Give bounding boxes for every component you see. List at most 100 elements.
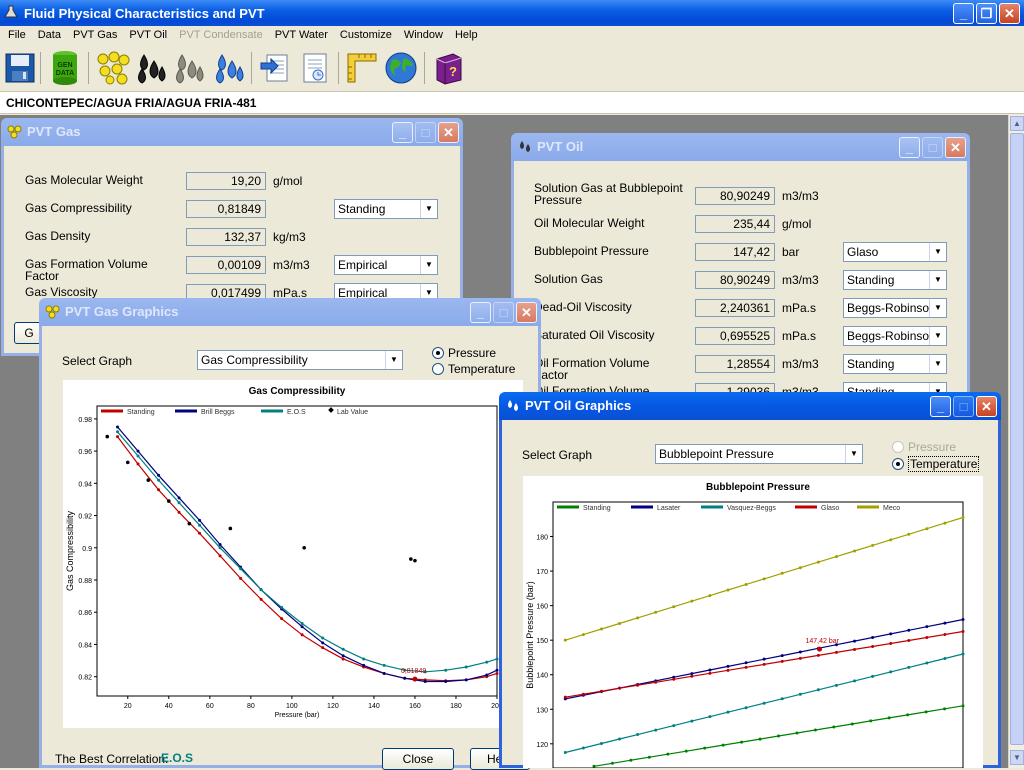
close-button[interactable]: ✕	[438, 122, 459, 143]
minimize-button[interactable]: _	[470, 302, 491, 323]
chevron-down-icon[interactable]: ▼	[420, 200, 437, 218]
chevron-down-icon[interactable]: ▼	[929, 299, 946, 317]
correlation-select[interactable]: Standing ▼	[843, 354, 947, 374]
data-point	[871, 644, 875, 648]
radio-dot[interactable]	[432, 363, 444, 375]
radio-temperature[interactable]: Temperature	[432, 362, 515, 376]
data-point	[409, 557, 413, 561]
oil-drops-icon[interactable]	[133, 50, 169, 86]
data-point	[302, 545, 306, 550]
flask-icon	[4, 5, 18, 18]
data-point	[136, 454, 140, 458]
correlation-select[interactable]: Glaso ▼	[843, 242, 947, 262]
data-point	[198, 531, 202, 535]
data-point	[177, 501, 181, 505]
radio-pressure-label: Pressure	[908, 440, 957, 454]
data-point	[218, 554, 222, 558]
correlation-select[interactable]: Empirical ▼	[334, 255, 438, 275]
help-book-icon[interactable]: ?	[430, 50, 466, 86]
minimize-button[interactable]: _	[930, 396, 951, 417]
pvt-oil-title: PVT Oil	[537, 139, 584, 154]
chevron-down-icon[interactable]: ▼	[420, 256, 437, 274]
data-point	[136, 462, 140, 466]
gas-graph-select[interactable]: Gas Compressibility ▼	[197, 350, 403, 370]
data-point	[198, 518, 202, 522]
data-point	[382, 671, 386, 675]
select-graph-label: Select Graph	[62, 354, 133, 368]
data-point	[726, 664, 730, 668]
chevron-down-icon[interactable]: ▼	[929, 243, 946, 261]
correlation-select[interactable]: Beggs-Robinson ▼	[843, 326, 947, 346]
radio-temperature[interactable]: Temperature	[892, 456, 980, 472]
menu-file[interactable]: File	[2, 29, 32, 41]
close-button[interactable]: ✕	[999, 3, 1020, 24]
save-icon[interactable]	[2, 50, 38, 86]
radio-pressure[interactable]: Pressure	[432, 346, 496, 360]
correlation-select[interactable]: Standing ▼	[334, 199, 438, 219]
minimize-button[interactable]: _	[899, 137, 920, 158]
radio-pressure: Pressure	[892, 440, 956, 454]
close-button[interactable]: Close	[382, 748, 454, 770]
data-point	[239, 576, 243, 580]
correlation-select[interactable]: Standing ▼	[843, 270, 947, 290]
menu-data[interactable]: Data	[32, 29, 67, 41]
data-point	[485, 673, 489, 677]
restore-button[interactable]: ❐	[976, 3, 997, 24]
minimize-button[interactable]: _	[392, 122, 413, 143]
minimize-button[interactable]: _	[953, 3, 974, 24]
workspace-scrollbar[interactable]: ▲ ▼	[1008, 115, 1024, 768]
globe-icon[interactable]	[383, 50, 419, 86]
scroll-up-arrow[interactable]: ▲	[1010, 116, 1024, 131]
close-button[interactable]: ✕	[516, 302, 537, 323]
ruler-icon[interactable]	[344, 50, 380, 86]
correlation-select-value: Beggs-Robinson	[847, 329, 936, 343]
radio-dot	[892, 441, 904, 453]
radio-temperature-label: Temperature	[908, 456, 980, 472]
chevron-down-icon[interactable]: ▼	[929, 327, 946, 345]
correlation-select-value: Standing	[847, 357, 895, 371]
import-icon[interactable]	[257, 50, 293, 86]
data-point	[871, 636, 875, 640]
value-field: 80,90249	[695, 187, 775, 205]
data-point	[672, 677, 676, 681]
radio-dot[interactable]	[432, 347, 444, 359]
chevron-down-icon[interactable]: ▼	[845, 445, 862, 463]
close-button[interactable]: ✕	[945, 137, 966, 158]
report-icon[interactable]	[297, 50, 333, 86]
chevron-down-icon[interactable]: ▼	[929, 271, 946, 289]
menu-customize[interactable]: Customize	[334, 29, 398, 41]
close-button[interactable]: ✕	[976, 396, 997, 417]
scroll-thumb[interactable]	[1010, 133, 1024, 745]
water-drops-icon[interactable]	[211, 50, 247, 86]
y-tick-label: 0.98	[78, 417, 92, 424]
data-point	[187, 521, 192, 526]
radio-dot[interactable]	[892, 458, 904, 470]
plot-frame	[552, 501, 964, 768]
menu-pvt-gas[interactable]: PVT Gas	[67, 29, 123, 41]
chevron-down-icon[interactable]: ▼	[929, 355, 946, 373]
gas-bubbles-icon[interactable]	[95, 50, 131, 86]
menu-help[interactable]: Help	[449, 29, 484, 41]
data-point	[961, 704, 965, 708]
data-point	[744, 661, 748, 665]
value-field: 2,240361	[695, 299, 775, 317]
chevron-down-icon[interactable]: ▼	[385, 351, 402, 369]
condensate-drops-icon[interactable]	[171, 50, 207, 86]
data-point	[300, 633, 304, 637]
data-point	[239, 567, 243, 571]
data-point	[362, 663, 366, 667]
data-point	[907, 638, 911, 642]
menu-pvt-oil[interactable]: PVT Oil	[123, 29, 173, 41]
scroll-down-arrow[interactable]: ▼	[1010, 750, 1024, 765]
data-point	[961, 617, 965, 621]
menu-pvt-water[interactable]: PVT Water	[269, 29, 334, 41]
correlation-select[interactable]: Beggs-Robinson ▼	[843, 298, 947, 318]
gen-data-icon[interactable]: GEN DATA	[47, 50, 83, 86]
data-point	[280, 605, 284, 609]
menu-window[interactable]: Window	[398, 29, 449, 41]
x-tick-label: 160	[409, 703, 421, 710]
oil-graph-select[interactable]: Bubblepoint Pressure ▼	[655, 444, 863, 464]
legend-label: Meco	[883, 505, 900, 512]
x-axis-label: Pressure (bar)	[275, 712, 320, 719]
y-tick-label: 170	[536, 569, 548, 576]
